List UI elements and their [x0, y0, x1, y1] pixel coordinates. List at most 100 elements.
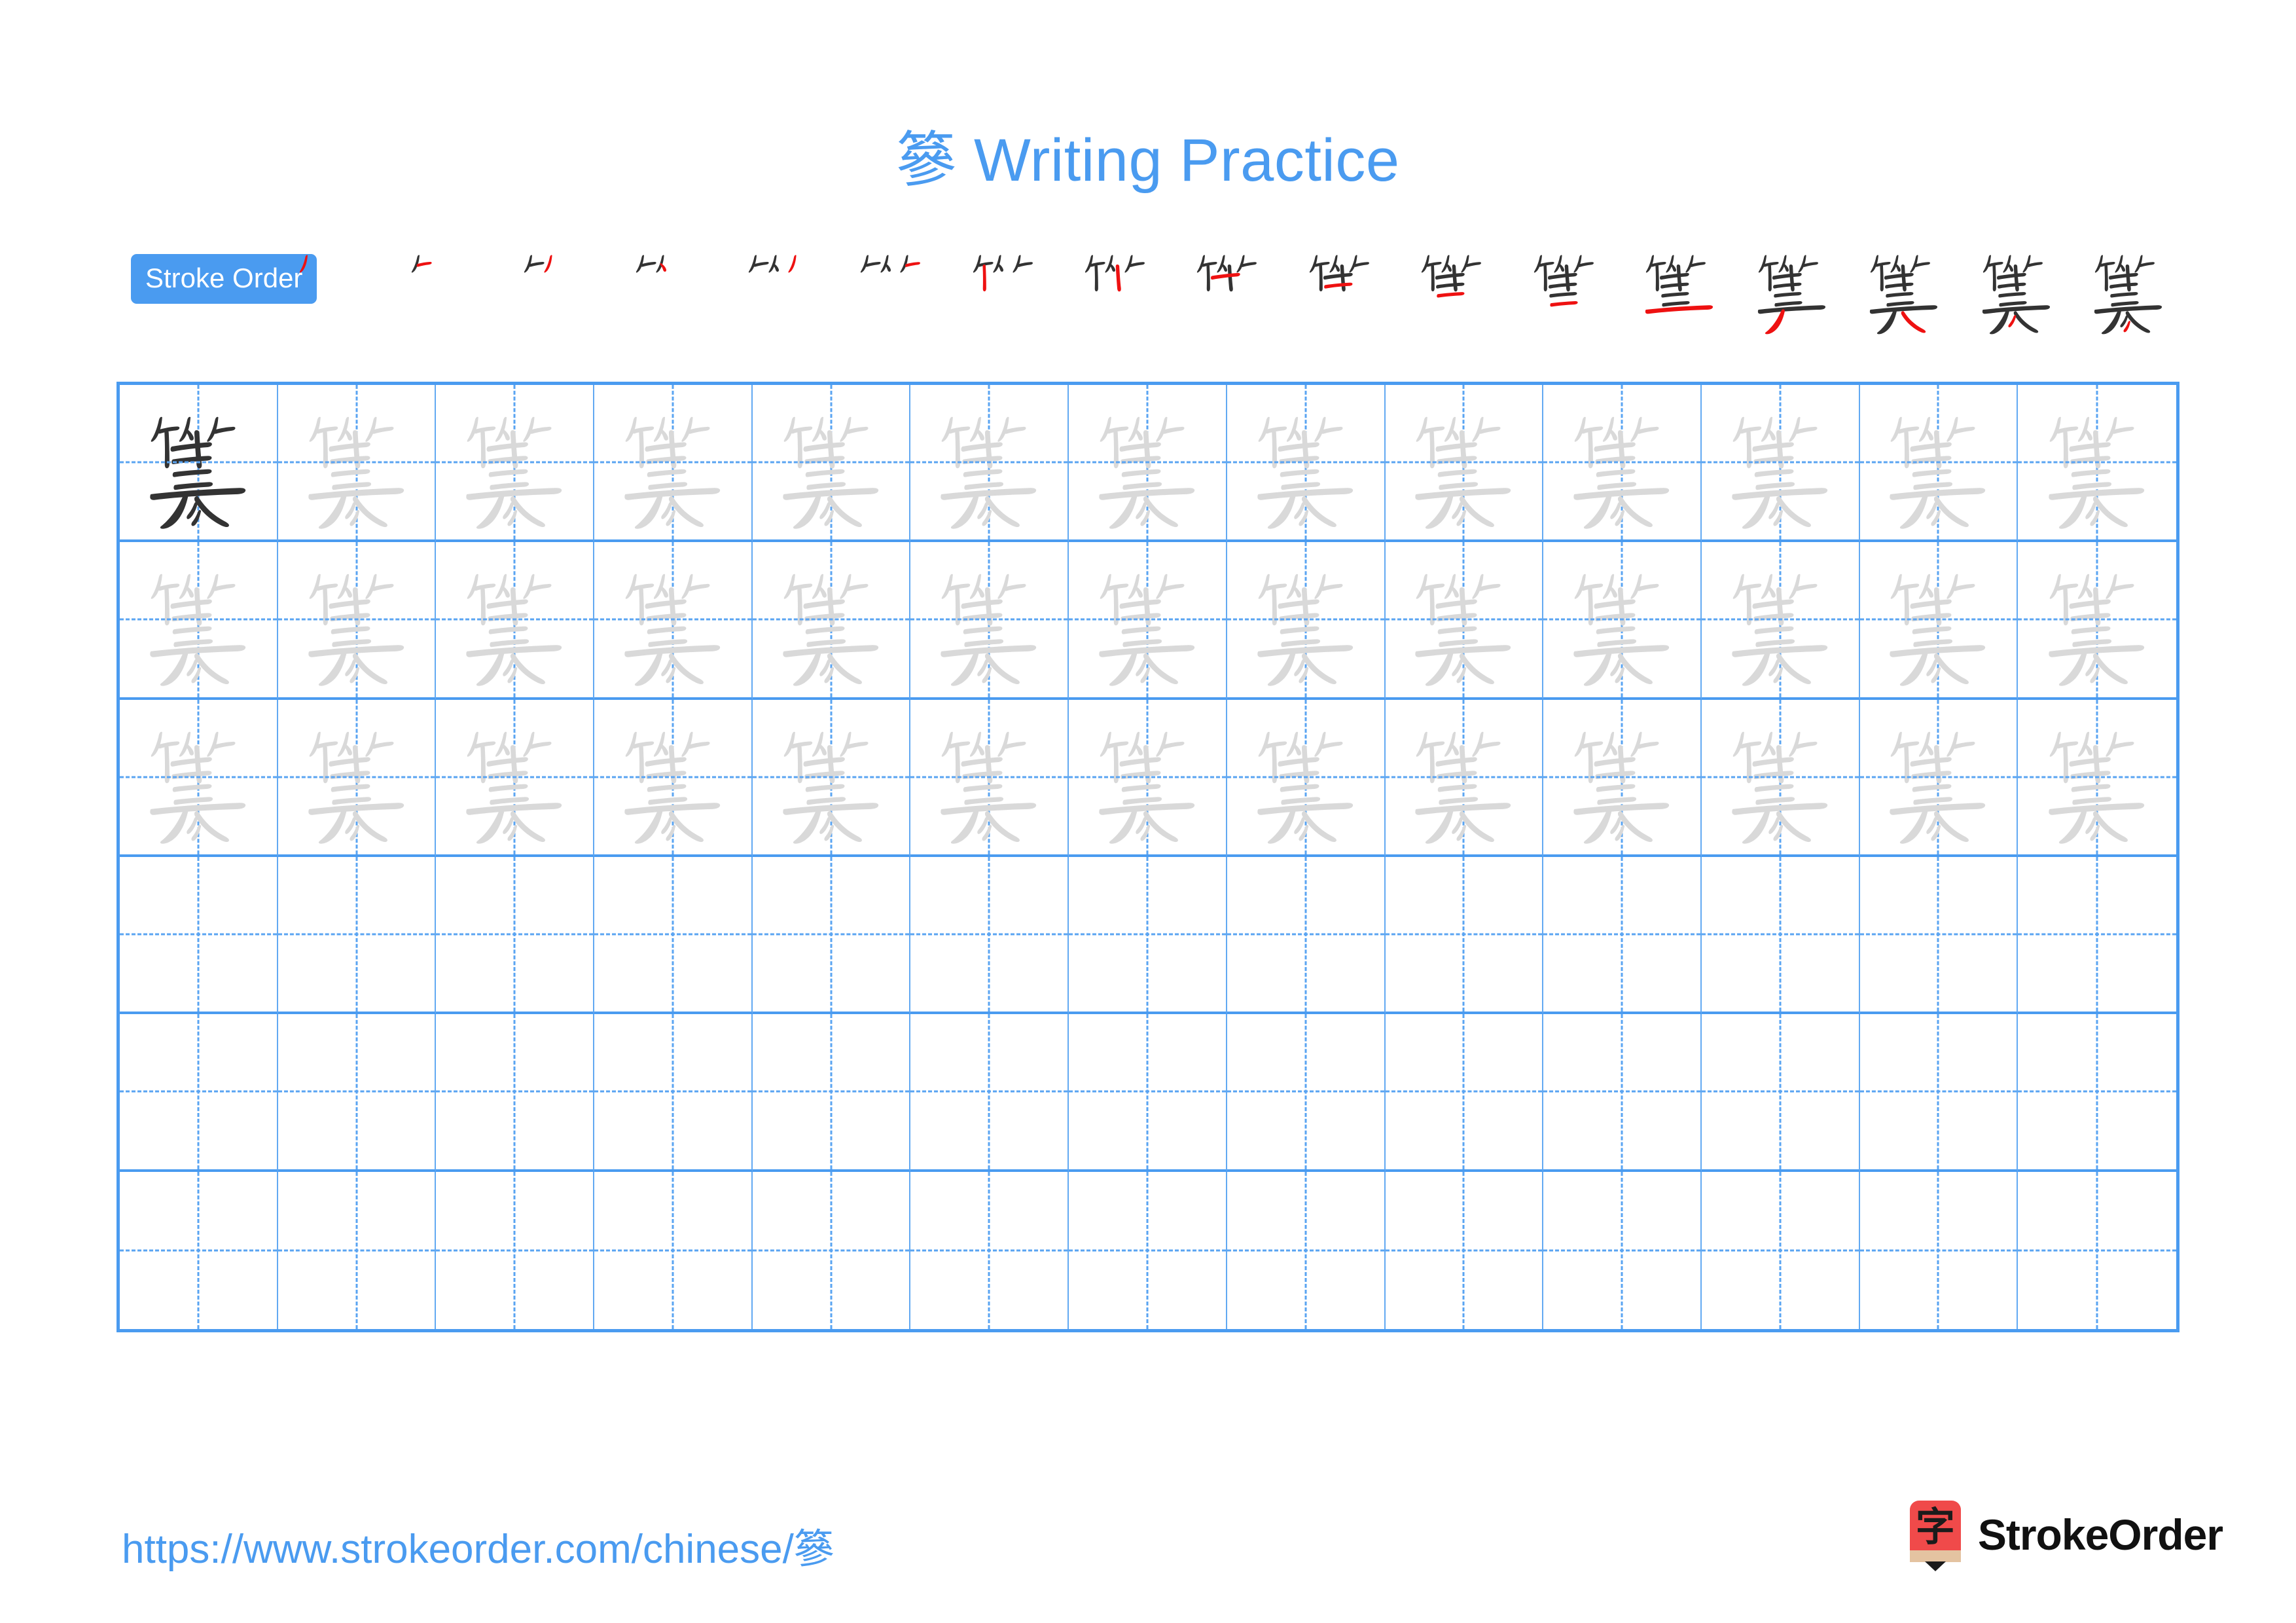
stroke-step-15 [1848, 240, 1960, 338]
practice-cell-r5-c9[interactable] [1385, 1014, 1544, 1172]
practice-cell-r1-c4[interactable] [594, 385, 753, 543]
practice-cell-r2-c3[interactable] [436, 542, 595, 700]
practice-cell-r4-c9[interactable] [1385, 856, 1544, 1015]
practice-cell-r3-c4[interactable] [594, 699, 753, 857]
pencil-tip [1924, 1561, 1946, 1571]
practice-cell-r2-c7[interactable] [1069, 542, 1227, 700]
practice-cell-r2-c9[interactable] [1385, 542, 1544, 700]
stroke-step-8 [1062, 240, 1174, 338]
practice-cell-r5-c13[interactable] [2018, 1014, 2176, 1172]
practice-cell-r1-c10[interactable] [1543, 385, 1702, 543]
page-title-text: Writing Practice [956, 127, 1400, 194]
practice-cell-r1-c5[interactable] [752, 385, 911, 543]
practice-cell-r5-c5[interactable] [752, 1014, 911, 1172]
practice-cell-r6-c4[interactable] [594, 1171, 753, 1329]
practice-cell-r1-c3[interactable] [436, 385, 595, 543]
practice-cell-r5-c1[interactable] [120, 1014, 278, 1172]
practice-cell-r1-c9[interactable] [1385, 385, 1544, 543]
practice-cell-r6-c2[interactable] [278, 1171, 437, 1329]
practice-cell-r4-c10[interactable] [1543, 856, 1702, 1015]
practice-cell-r3-c1[interactable] [120, 699, 278, 857]
practice-cell-r5-c2[interactable] [278, 1014, 437, 1172]
practice-cell-r5-c7[interactable] [1069, 1014, 1227, 1172]
practice-grid [117, 382, 2179, 1332]
stroke-step-12 [1511, 240, 1623, 338]
practice-cell-r1-c13[interactable] [2018, 385, 2176, 543]
practice-cell-r3-c3[interactable] [436, 699, 595, 857]
practice-cell-r6-c1[interactable] [120, 1171, 278, 1329]
practice-cell-r3-c6[interactable] [910, 699, 1069, 857]
practice-cell-r3-c11[interactable] [1701, 699, 1860, 857]
practice-cell-r5-c10[interactable] [1543, 1014, 1702, 1172]
practice-cell-r4-c6[interactable] [910, 856, 1069, 1015]
logo-wordmark: StrokeOrder [1977, 1510, 2223, 1559]
practice-cell-r6-c10[interactable] [1543, 1171, 1702, 1329]
stroke-order-section: Stroke Order [117, 247, 2185, 339]
practice-cell-r3-c9[interactable] [1385, 699, 1544, 857]
practice-cell-r2-c2[interactable] [278, 542, 437, 700]
practice-cell-r3-c5[interactable] [752, 699, 911, 857]
source-url[interactable]: https://www.strokeorder.com/chinese/篸 [122, 1516, 834, 1575]
practice-cell-r4-c12[interactable] [1859, 856, 2018, 1015]
practice-cell-r2-c8[interactable] [1227, 542, 1386, 700]
practice-cell-r5-c4[interactable] [594, 1014, 753, 1172]
practice-cell-r6-c6[interactable] [910, 1171, 1069, 1329]
practice-cell-r4-c8[interactable] [1227, 856, 1386, 1015]
practice-cell-r3-c12[interactable] [1859, 699, 2018, 857]
practice-cell-r5-c6[interactable] [910, 1014, 1069, 1172]
practice-cell-r2-c1[interactable] [120, 542, 278, 700]
practice-cell-r6-c11[interactable] [1702, 1171, 1860, 1329]
practice-cell-r5-c8[interactable] [1227, 1014, 1386, 1172]
practice-cell-r1-c7[interactable] [1069, 385, 1227, 543]
practice-cell-r2-c10[interactable] [1543, 542, 1702, 700]
stroke-order-steps [277, 240, 2185, 338]
practice-cell-r2-c12[interactable] [1859, 542, 2018, 700]
practice-cell-r3-c10[interactable] [1543, 699, 1702, 857]
practice-cell-r6-c8[interactable] [1227, 1171, 1386, 1329]
practice-cell-r1-c12[interactable] [1859, 385, 2018, 543]
practice-cell-r3-c8[interactable] [1227, 699, 1386, 857]
stroke-step-9 [1175, 240, 1287, 338]
page-title-character: 篸 [896, 127, 957, 194]
practice-cell-r6-c13[interactable] [2018, 1172, 2176, 1329]
practice-cell-r4-c11[interactable] [1701, 856, 1860, 1015]
practice-cell-r6-c7[interactable] [1069, 1171, 1227, 1329]
practice-cell-r6-c9[interactable] [1386, 1171, 1544, 1329]
practice-cell-r3-c7[interactable] [1069, 699, 1227, 857]
practice-cell-r1-c2[interactable] [278, 385, 437, 543]
practice-cell-r4-c3[interactable] [436, 856, 595, 1015]
practice-cell-r1-c6[interactable] [910, 385, 1069, 543]
practice-cell-r3-c2[interactable] [278, 699, 437, 857]
practice-cell-r4-c4[interactable] [594, 856, 753, 1015]
practice-cell-r2-c11[interactable] [1701, 542, 1860, 700]
stroke-step-1 [277, 240, 389, 338]
strokeorder-logo[interactable]: 字 StrokeOrder [1909, 1501, 2223, 1571]
page-title: 篸 Writing Practice [0, 111, 2296, 198]
practice-cell-r4-c5[interactable] [752, 856, 911, 1015]
practice-cell-r6-c5[interactable] [753, 1171, 911, 1329]
practice-cell-r2-c5[interactable] [752, 542, 911, 700]
practice-cell-r6-c3[interactable] [436, 1171, 595, 1329]
practice-cell-r4-c7[interactable] [1069, 856, 1227, 1015]
practice-cell-r6-c12[interactable] [1860, 1171, 2018, 1329]
practice-cell-r5-c11[interactable] [1701, 1014, 1860, 1172]
stroke-step-11 [1399, 240, 1511, 338]
stroke-step-6 [838, 240, 950, 338]
practice-cell-r3-c13[interactable] [2018, 700, 2176, 857]
practice-cell-r4-c1[interactable] [120, 856, 278, 1015]
practice-cell-r1-c8[interactable] [1227, 385, 1386, 543]
practice-cell-r5-c12[interactable] [1859, 1014, 2018, 1172]
stroke-step-7 [950, 240, 1062, 338]
practice-cell-r4-c13[interactable] [2018, 857, 2176, 1015]
stroke-step-13 [1624, 240, 1736, 338]
practice-cell-r2-c13[interactable] [2018, 542, 2176, 700]
practice-cell-r1-c1[interactable] [120, 385, 278, 543]
practice-cell-r1-c11[interactable] [1701, 385, 1860, 543]
logo-han-glyph: 字 [1915, 1505, 1955, 1549]
pencil-logo-icon: 字 [1909, 1501, 1961, 1571]
practice-cell-r2-c4[interactable] [594, 542, 753, 700]
practice-cell-r2-c6[interactable] [910, 542, 1069, 700]
practice-cell-r5-c3[interactable] [436, 1014, 595, 1172]
practice-cell-r4-c2[interactable] [278, 856, 437, 1015]
stroke-step-14 [1736, 240, 1848, 338]
